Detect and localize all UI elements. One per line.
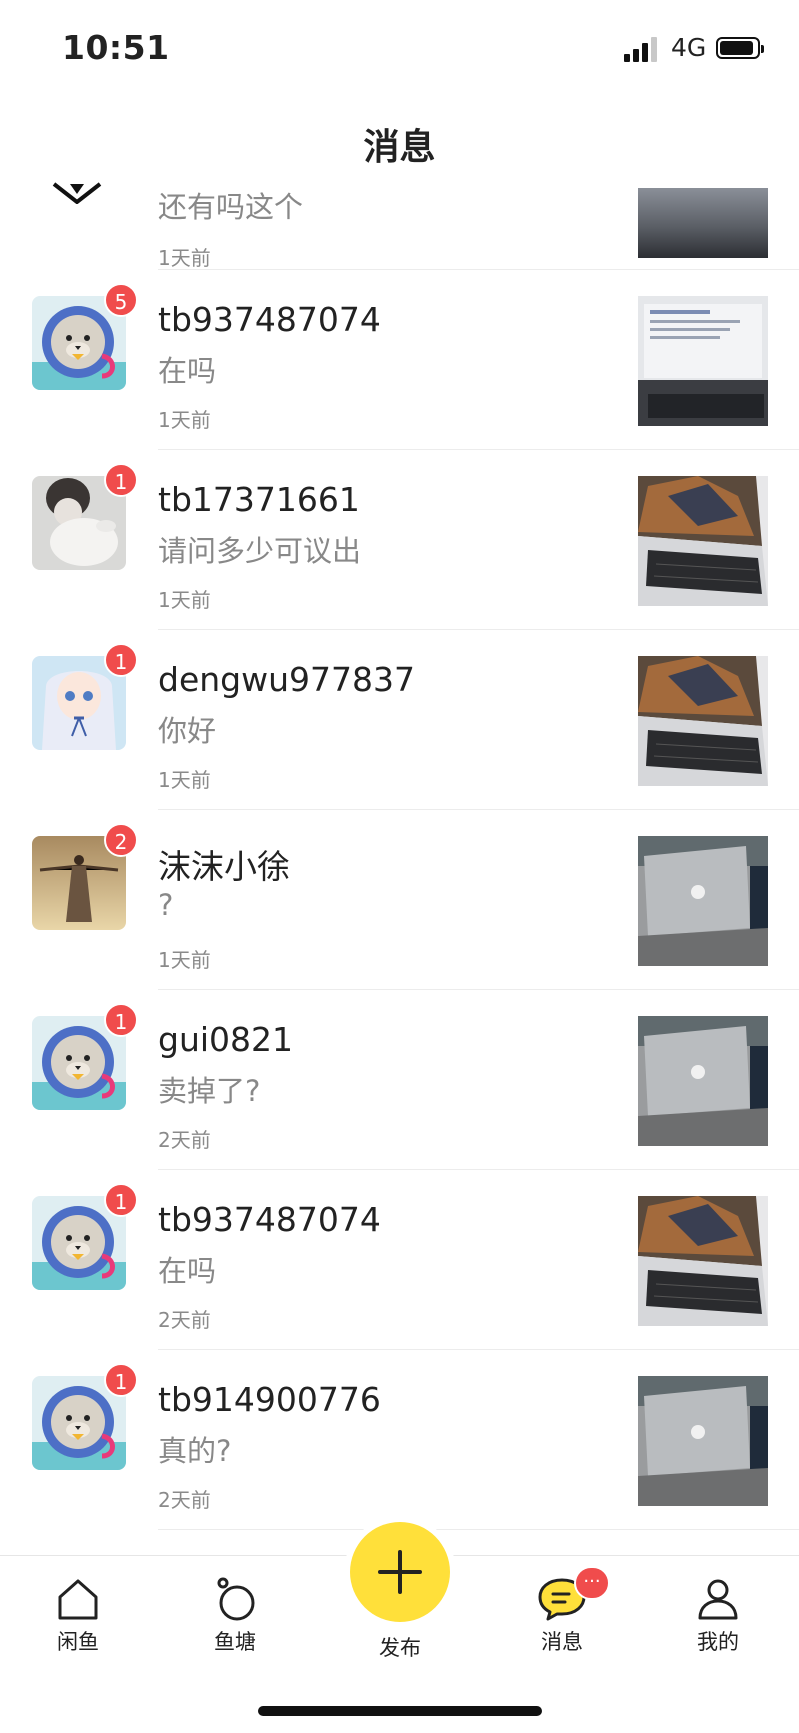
avatar — [52, 182, 102, 204]
item-thumbnail — [638, 188, 768, 258]
list-item[interactable]: 1 gui0821 卖掉了? 2天前 — [0, 990, 799, 1170]
message-preview: 真的? — [158, 1434, 232, 1468]
unread-badge: 1 — [104, 1363, 138, 1397]
list-item[interactable]: 1 tb937487074 在吗 2天前 — [0, 1170, 799, 1350]
contact-name: tb937487074 — [158, 1200, 381, 1239]
unread-badge: 1 — [104, 463, 138, 497]
list-item[interactable]: 1 tb17371661 请问多少可议出 1天前 — [0, 450, 799, 630]
list-item[interactable]: 1 tb914900776 真的? 2天前 — [0, 1350, 799, 1530]
tab-label: 鱼塘 — [214, 1630, 256, 1654]
item-thumbnail[interactable] — [638, 1376, 768, 1506]
message-time: 2天前 — [158, 1488, 211, 1512]
contact-name: tb17371661 — [158, 480, 360, 519]
divider — [158, 1529, 799, 1530]
item-thumbnail[interactable] — [638, 656, 768, 786]
tab-label: 闲鱼 — [57, 1630, 99, 1654]
home-indicator[interactable] — [258, 1706, 542, 1716]
tab-home[interactable]: 闲鱼 — [18, 1576, 138, 1666]
page-title: 消息 — [363, 127, 436, 168]
list-item[interactable]: 2 沫沫小徐? 1天前 — [0, 810, 799, 990]
message-time: 1天前 — [158, 408, 211, 432]
message-preview: 你好 — [158, 714, 217, 748]
list-item[interactable]: 5 tb937487074 在吗 1天前 — [0, 270, 799, 450]
unread-badge: 5 — [104, 283, 138, 317]
item-thumbnail[interactable] — [638, 1196, 768, 1326]
item-thumbnail[interactable] — [638, 476, 768, 606]
list-item[interactable]: 1 dengwu977837 你好 1天前 — [0, 630, 799, 810]
contact-name: 沫沫小徐 — [158, 847, 290, 886]
message-time: 2天前 — [158, 1128, 211, 1152]
message-time: 1天前 — [158, 246, 211, 270]
message-preview: 卖掉了? — [158, 1074, 261, 1108]
person-icon — [698, 1579, 738, 1620]
messages-badge: ··· — [574, 1566, 610, 1600]
message-preview: 请问多少可议出 — [158, 534, 362, 568]
conversation-list[interactable]: 还有吗这个 1天前 5 tb937487074 在吗 1天前 1 tb17371661 请问… — [0, 0, 799, 1555]
message-preview: 还有吗这个 — [158, 190, 304, 224]
plus-icon — [378, 1550, 422, 1594]
tab-profile[interactable]: 我的 — [658, 1576, 778, 1666]
publish-circle[interactable] — [350, 1522, 450, 1622]
message-preview: ? — [158, 888, 174, 922]
contact-name: dengwu977837 — [158, 660, 415, 699]
pond-icon — [217, 1577, 255, 1621]
message-time: 1天前 — [158, 588, 211, 612]
unread-badge: 1 — [104, 1183, 138, 1217]
message-preview: 在吗 — [158, 1254, 217, 1288]
unread-badge: 1 — [104, 1003, 138, 1037]
contact-name: tb937487074 — [158, 300, 381, 339]
unread-badge: 2 — [104, 823, 138, 857]
item-thumbnail[interactable] — [638, 296, 768, 426]
contact-name: tb914900776 — [158, 1380, 381, 1419]
item-thumbnail[interactable] — [638, 836, 768, 966]
message-time: 1天前 — [158, 768, 211, 792]
message-preview: 在吗 — [158, 354, 217, 388]
tab-label: 我的 — [697, 1630, 739, 1654]
tab-label: 消息 — [541, 1630, 583, 1654]
tab-label: 发布 — [379, 1636, 421, 1660]
unread-badge: 1 — [104, 643, 138, 677]
message-time: 1天前 — [158, 948, 211, 972]
home-icon — [58, 1579, 98, 1620]
message-time: 2天前 — [158, 1308, 211, 1332]
item-thumbnail[interactable] — [638, 1016, 768, 1146]
tab-pond[interactable]: 鱼塘 — [175, 1576, 295, 1666]
contact-name: gui0821 — [158, 1020, 294, 1059]
